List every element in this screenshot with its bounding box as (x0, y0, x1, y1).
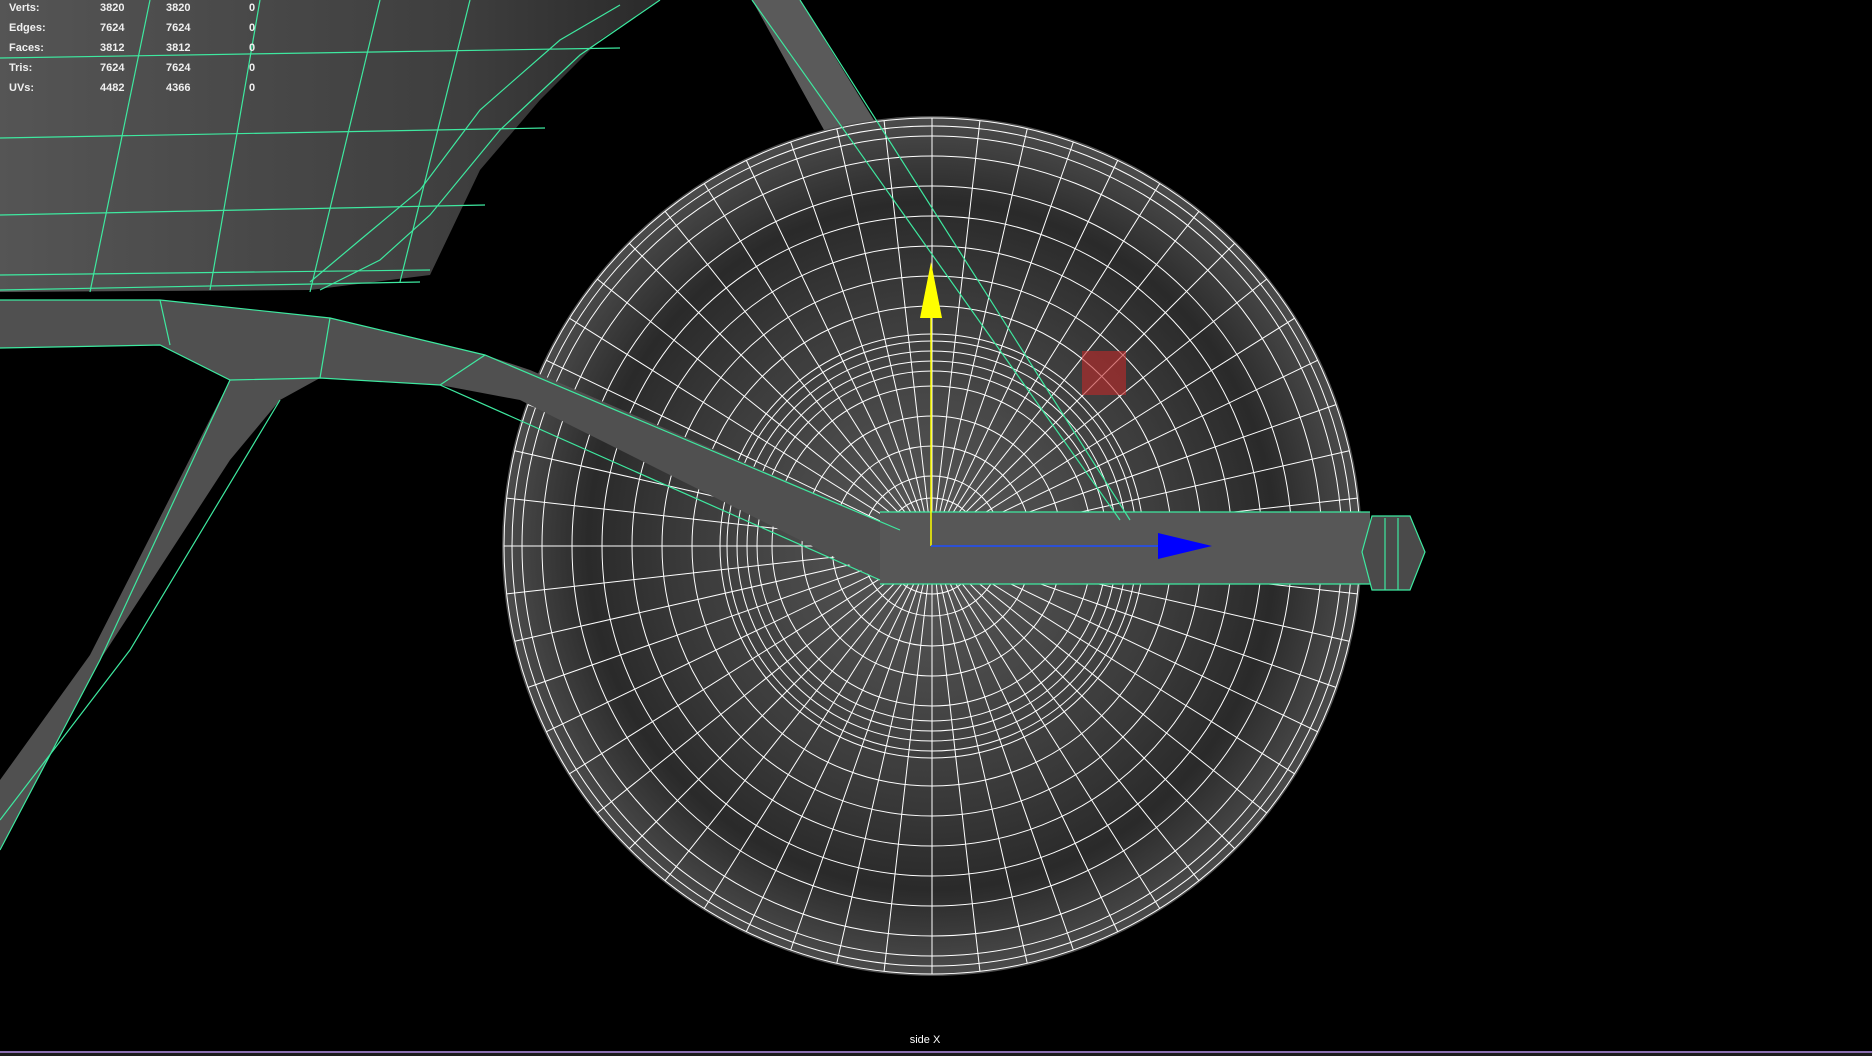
hud-value: 7624 (166, 22, 191, 34)
poly-count-hud: Verts: 3820 3820 0 Edges: 7624 7624 0 Fa… (9, 0, 269, 100)
hud-label: Faces: (9, 42, 44, 54)
hud-value: 3812 (166, 42, 191, 54)
viewport-scene[interactable] (0, 0, 1872, 1056)
hud-label: UVs: (9, 82, 35, 94)
hud-value: 0 (249, 2, 256, 14)
hud-label: Tris: (9, 62, 33, 74)
hud-value: 0 (249, 62, 256, 74)
camera-name-label: side X (909, 1034, 941, 1046)
hud-value: 0 (249, 82, 256, 94)
hud-value: 0 (249, 42, 256, 54)
red-square-handle-icon[interactable] (1082, 351, 1126, 395)
hud-row-uvs: UVs: 4482 4366 0 (9, 80, 269, 100)
hud-label: Verts: (9, 2, 40, 14)
hud-label: Edges: (9, 22, 46, 34)
hud-value: 3820 (166, 2, 191, 14)
hud-value: 4366 (166, 82, 191, 94)
hud-value: 0 (249, 22, 256, 34)
viewport-bottom-border (0, 1051, 1872, 1056)
3d-viewport[interactable]: Verts: 3820 3820 0 Edges: 7624 7624 0 Fa… (0, 0, 1872, 1056)
hud-value: 7624 (100, 62, 125, 74)
hud-row-tris: Tris: 7624 7624 0 (9, 60, 269, 80)
hud-value: 3820 (100, 2, 125, 14)
hud-value: 4482 (100, 82, 125, 94)
hud-row-edges: Edges: 7624 7624 0 (9, 20, 269, 40)
hud-value: 7624 (166, 62, 191, 74)
hud-value: 7624 (100, 22, 125, 34)
hud-row-faces: Faces: 3812 3812 0 (9, 40, 269, 60)
hud-value: 3812 (100, 42, 125, 54)
hud-row-verts: Verts: 3820 3820 0 (9, 0, 269, 20)
